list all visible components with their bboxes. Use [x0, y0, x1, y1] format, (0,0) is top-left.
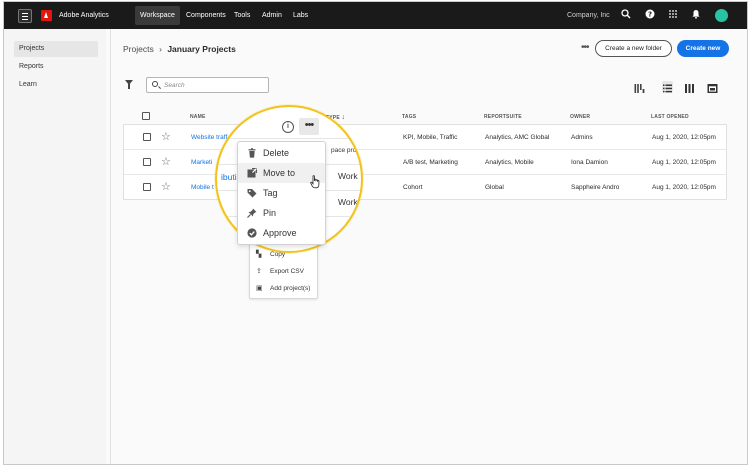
lens-type-text: Work [338, 197, 358, 207]
project-name-link[interactable]: Mobile t [191, 184, 214, 191]
column-header-owner[interactable]: OWNER [570, 114, 590, 120]
project-name-link[interactable]: Marketi [191, 159, 212, 166]
trash-icon [248, 148, 256, 158]
svg-text:?: ? [648, 11, 652, 19]
row-checkbox[interactable] [143, 183, 151, 191]
hand-pointer-cursor-icon [310, 175, 321, 192]
row-checkbox[interactable] [143, 158, 151, 166]
breadcrumb-root[interactable]: Projects [123, 44, 154, 54]
column-header-last-opened[interactable]: LAST OPENED [651, 114, 689, 120]
project-tags: KPI, Mobile, Traffic [403, 134, 458, 141]
pin-icon [247, 208, 257, 218]
column-header-name[interactable]: NAME [190, 114, 206, 120]
lens-type-text: Work [338, 171, 358, 181]
nav-admin[interactable]: Admin [260, 6, 284, 25]
context-menu-primary: Delete Move to Tag Pin Approve [237, 141, 326, 245]
lens-type-text: pace project [331, 147, 363, 154]
table-body: ☆ Website traff KPI, Mobile, Traffic Ana… [123, 124, 727, 200]
top-bar: Adobe Analytics Workspace Components Too… [4, 2, 747, 29]
nav-labs[interactable]: Labs [291, 6, 310, 25]
avatar[interactable] [715, 9, 728, 22]
column-header-tags[interactable]: TAGS [402, 114, 416, 120]
menu-item-label: Delete [263, 148, 290, 158]
menu-item-label: Tag [263, 188, 278, 198]
sidebar-item-projects[interactable]: Projects [14, 41, 98, 57]
copy-icon: ▚ [256, 251, 262, 258]
lens-name-link: ibuti [221, 172, 237, 182]
menu-item-label: Add project(s) [270, 285, 311, 292]
row-checkbox[interactable] [143, 133, 151, 141]
app-name: Adobe Analytics [59, 12, 109, 19]
project-owner: Admins [571, 134, 593, 141]
breadcrumb-separator: › [159, 44, 162, 54]
project-tags: Cohort [403, 184, 423, 191]
column-view-icon[interactable] [684, 81, 695, 93]
menu-item-label: Approve [263, 228, 297, 238]
favorite-star-icon[interactable]: ☆ [161, 130, 171, 143]
menu-item-export-csv[interactable]: ⇪ Export CSV [256, 266, 304, 278]
project-last-opened: Aug 1, 2020, 12:05pm [652, 159, 716, 166]
project-last-opened: Aug 1, 2020, 12:05pm [652, 184, 716, 191]
project-tags: A/B test, Marketing [403, 159, 458, 166]
sidebar-item-learn[interactable]: Learn [14, 77, 98, 93]
column-picker-icon[interactable] [634, 81, 645, 93]
column-header-reportsuite[interactable]: REPORTSUITE [484, 114, 522, 120]
table-row[interactable]: ☆ Marketi A/B test, Marketing Analytics,… [124, 150, 726, 175]
menu-item-label: Pin [263, 208, 277, 218]
apps-grid-icon[interactable] [667, 9, 679, 21]
sidebar-item-reports[interactable]: Reports [14, 59, 98, 75]
create-folder-button[interactable]: Create a new folder [595, 40, 672, 57]
menu-item-delete[interactable]: Delete [238, 143, 325, 163]
page-title: January Projects [167, 44, 236, 54]
project-reportsuite: Analytics, AMC Global [485, 134, 550, 141]
table-row[interactable]: ☆ Website traff KPI, Mobile, Traffic Ana… [124, 125, 726, 150]
row-actions-button[interactable]: ••• [299, 118, 319, 135]
favorite-star-icon[interactable]: ☆ [161, 180, 171, 193]
more-actions-button[interactable]: ••• [581, 42, 589, 53]
project-reportsuite: Global [485, 184, 504, 191]
list-view-icon[interactable] [662, 81, 673, 93]
nav-tools[interactable]: Tools [232, 6, 252, 25]
search-icon[interactable] [620, 9, 632, 21]
breadcrumb: Projects › January Projects [123, 44, 236, 54]
projects-table: NAME TYPE ↓ TAGS REPORTSUITE OWNER LAST … [123, 106, 727, 200]
nav-workspace[interactable]: Workspace [135, 6, 180, 25]
menu-item-add-projects[interactable]: ▣ Add project(s) [256, 283, 310, 295]
project-reportsuite: Analytics, Mobile [485, 159, 534, 166]
sidebar: Projects Reports Learn [4, 29, 106, 464]
help-icon[interactable]: ? [644, 9, 656, 21]
info-icon[interactable]: i [282, 121, 294, 133]
favorite-star-icon[interactable]: ☆ [161, 155, 171, 168]
filter-icon[interactable] [125, 80, 133, 89]
project-owner: Sappheire Andro [571, 184, 620, 191]
menu-item-label: Export CSV [270, 268, 304, 275]
tag-icon [247, 189, 257, 198]
export-icon: ⇪ [256, 268, 262, 275]
select-all-checkbox[interactable] [142, 112, 150, 120]
folder-view-icon[interactable] [707, 81, 718, 93]
hamburger-menu-icon[interactable] [18, 9, 32, 23]
menu-item-label: Move to [263, 168, 296, 178]
company-selector[interactable]: Company, Inc [567, 12, 610, 19]
adobe-logo-icon [41, 10, 52, 21]
approve-icon [247, 228, 257, 238]
menu-item-approve[interactable]: Approve [238, 223, 325, 243]
add-project-icon: ▣ [256, 285, 263, 292]
app-window: Adobe Analytics Workspace Components Too… [3, 1, 748, 465]
project-last-opened: Aug 1, 2020, 12:05pm [652, 134, 716, 141]
menu-item-pin[interactable]: Pin [238, 203, 325, 223]
project-owner: Iona Damion [571, 159, 608, 166]
notifications-bell-icon[interactable] [690, 9, 702, 21]
search-icon [152, 81, 158, 87]
sidebar-divider [110, 29, 111, 464]
nav-components[interactable]: Components [184, 6, 228, 25]
search-box [146, 77, 269, 93]
table-header: NAME TYPE ↓ TAGS REPORTSUITE OWNER LAST … [123, 106, 727, 124]
search-input[interactable] [164, 80, 264, 90]
move-icon [247, 168, 257, 178]
create-new-button[interactable]: Create new [677, 40, 729, 57]
